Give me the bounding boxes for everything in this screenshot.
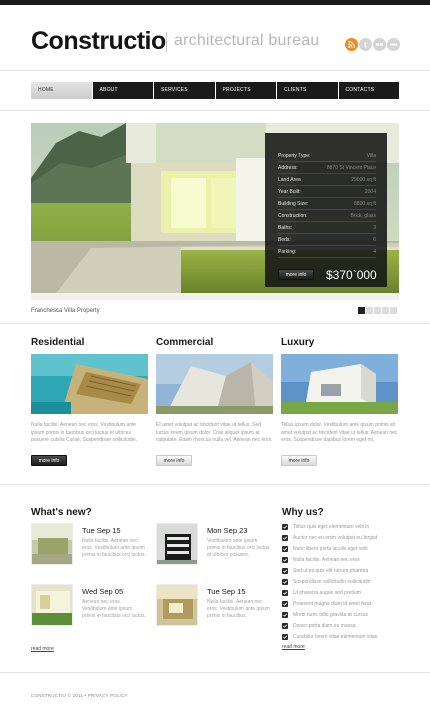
logo-tagline: architectural bureau [174, 32, 320, 49]
slider-caption: Franchesca Villa Property [31, 308, 100, 314]
nav-clients[interactable]: Clients [277, 82, 338, 99]
check-icon [282, 579, 288, 585]
why-item: Sed ut mi quis elit rutrum pharetra [282, 567, 400, 577]
featured-slider[interactable]: Property Type: Villa Address: 8870 St Vinc… [31, 123, 399, 300]
logo[interactable]: Constructio [31, 27, 166, 56]
header: Constructio architectural bureau t [0, 5, 430, 71]
property-info-panel: Property Type: Villa Address: 8870 St Vinc… [265, 133, 387, 287]
commercial-title: Commercial [156, 337, 214, 348]
news-text: Vestibulum ante ipsum primis in faucibus… [207, 538, 270, 558]
check-icon [282, 590, 288, 596]
twitter-icon[interactable]: t [359, 38, 372, 51]
check-icon [282, 601, 288, 607]
news-text: Nulla facilisi. Aenean nec eros. Vestibu… [207, 599, 270, 619]
why-item: Praesent magna diam id amet ferat [282, 600, 400, 610]
property-row: Beds: 6 [278, 235, 376, 246]
news-thumbnail[interactable] [156, 584, 198, 626]
check-icon [282, 568, 288, 574]
why-item: Nulla facilisi. Aenean nec eros [282, 556, 400, 566]
why-read-more-link[interactable]: read more [282, 644, 305, 650]
header-divider [0, 70, 430, 71]
news-thumbnail[interactable] [31, 584, 73, 626]
residential-text: Nulla facilisi. Aenean nec eros. Vestibu… [31, 422, 137, 443]
property-row: Baths: 3 [278, 223, 376, 234]
news-date: Wed Sep 05 [82, 587, 124, 596]
why-item: Auctor nec eu enim volutpat eu fergiat [282, 534, 400, 544]
property-price: $370`000 [326, 268, 377, 282]
nav-contacts[interactable]: Contacts [338, 82, 399, 99]
news-text: Nulla facilisi. Aenean nec eros. Vestibu… [82, 538, 146, 558]
luxury-title: Luxury [281, 337, 315, 348]
property-row: Property Type: Villa [278, 151, 376, 162]
news-date: Tue Sep 15 [82, 526, 121, 535]
footer-text[interactable]: CONSTRUCTIO © 2011 • PRIVACY POLICY [31, 693, 128, 698]
news-read-more-link[interactable]: read more [31, 646, 54, 652]
news-text: Aenean nec eros. Vestibulum ante ipsum p… [82, 599, 146, 619]
nav-about[interactable]: About [92, 82, 153, 99]
check-icon [282, 546, 288, 552]
commercial-text: Et amet volutpat ac tincidunt vitae ut t… [156, 422, 273, 443]
whats-new-title: What's new? [31, 507, 92, 518]
luxury-more-info-button[interactable]: more info [281, 455, 317, 466]
property-row: Land Area 29000 sq ft [278, 175, 376, 186]
property-row: Year Built: 2004 [278, 187, 376, 198]
slider-page-4[interactable] [382, 307, 389, 314]
flickr-icon[interactable] [373, 38, 386, 51]
property-row: Construction: Brick, glass [278, 211, 376, 222]
news-thumbnail[interactable] [156, 523, 198, 565]
slider-page-3[interactable] [374, 307, 381, 314]
luxury-text: Tellus ipsum dolor. Vestibulum ante ipsu… [281, 422, 398, 443]
slider-page-2[interactable] [366, 307, 373, 314]
news-date: Tue Sep 15 [207, 587, 246, 596]
residential-more-info-button[interactable]: more info [31, 455, 67, 466]
residential-image[interactable] [31, 354, 148, 414]
nav-divider [0, 110, 430, 111]
svg-text:t: t [364, 40, 367, 49]
rss-icon[interactable] [345, 38, 358, 51]
why-item: Curabitur lorem vitae elementum vitae [282, 633, 400, 643]
news-thumbnail[interactable] [31, 523, 73, 565]
why-item: Donec porta diam eu massa [282, 622, 400, 632]
check-icon [282, 634, 288, 640]
why-us-title: Why us? [282, 507, 324, 518]
commercial-image[interactable] [156, 354, 273, 414]
slider-more-info-button[interactable]: more info [278, 269, 314, 280]
news-date: Mon Sep 23 [207, 526, 248, 535]
property-row: Building Size: 8800 sq ft [278, 199, 376, 210]
slider-divider [0, 323, 430, 324]
check-icon [282, 623, 288, 629]
delicious-icon[interactable] [387, 38, 400, 51]
slider-page-1[interactable] [358, 307, 365, 314]
check-icon [282, 557, 288, 563]
columns-divider [0, 484, 430, 485]
why-item: Suspendisse sollicitudin sollicitudin [282, 578, 400, 588]
nav-projects[interactable]: Projects [215, 82, 276, 99]
nav-home[interactable]: Home [31, 82, 92, 99]
why-item: Nunc libero porta iaculis eget velit [282, 545, 400, 555]
property-row: Address: 8870 St Vincent Place [278, 163, 376, 174]
footer-divider [0, 672, 430, 673]
residential-title: Residential [31, 337, 85, 348]
main-nav: Home About Services Projects Clients Con… [31, 82, 399, 99]
logo-divider [166, 32, 167, 52]
why-item: Ut pharetra augue sed pretium [282, 589, 400, 599]
why-item: Tellus quis eget elementum velit in [282, 523, 400, 533]
luxury-image[interactable] [281, 354, 398, 414]
check-icon [282, 524, 288, 530]
slider-page-5[interactable] [390, 307, 397, 314]
check-icon [282, 535, 288, 541]
check-icon [282, 612, 288, 618]
commercial-more-info-button[interactable]: more info [156, 455, 192, 466]
nav-services[interactable]: Services [154, 82, 215, 99]
property-row: Parking: 4 [278, 247, 376, 258]
why-item: Morbi nunc odio gravida at cursus [282, 611, 400, 621]
